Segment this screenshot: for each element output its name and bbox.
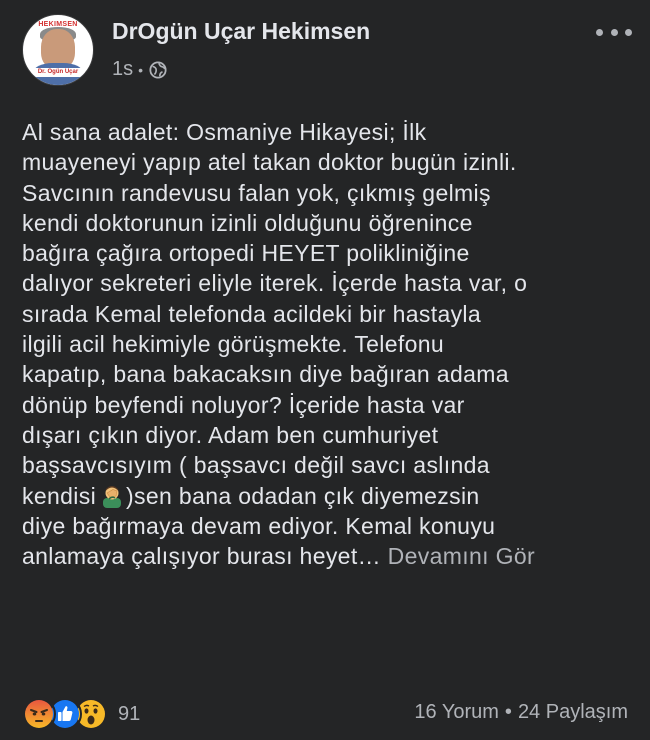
post-text-line: dalıyor sekreteri eliyle iterek. İçerde … — [22, 270, 528, 297]
comments-count[interactable]: 16 Yorum — [414, 701, 499, 723]
post-time[interactable]: 1s — [112, 58, 133, 81]
post-body: Al sana adalet: Osmaniye Hikayesi; İlk m… — [22, 117, 637, 571]
avatar-caption: Dr. Ogün Uçar — [31, 68, 85, 77]
post-footer: 91 16 Yorum • 24 Paylaşım — [22, 697, 628, 733]
post-text-line-with-emoji: kendisi )sen bana odadan çık diyemezsin — [22, 481, 637, 511]
reactions-summary[interactable]: 91 — [22, 697, 140, 731]
post-text-line: ilgili acil hekimiyle görüşmekte. Telefo… — [22, 331, 445, 358]
author-name[interactable]: DrOgün Uçar Hekimsen — [112, 18, 370, 45]
post-text-line: başsavcısıyım ( başsavcı değil savcı asl… — [22, 452, 490, 479]
engagement-stats: 16 Yorum • 24 Paylaşım — [414, 701, 628, 724]
post-meta: 1s • — [112, 58, 167, 81]
post-text-last-line: anlamaya çalışıyor burası heyet… Devamın… — [22, 541, 637, 571]
stats-separator: • — [504, 701, 512, 723]
man-facepalming-emoji-icon — [100, 484, 124, 508]
post-text-segment: kendisi — [22, 482, 97, 509]
more-options-icon[interactable] — [596, 26, 632, 38]
post-text-line: kapatıp, bana bakacaksın diye bağıran ad… — [22, 361, 509, 388]
globe-icon[interactable] — [149, 60, 167, 79]
reaction-count: 91 — [118, 702, 141, 725]
shares-count[interactable]: 24 Paylaşım — [518, 701, 628, 723]
see-more-link[interactable]: Devamını Gör — [388, 543, 535, 569]
avatar[interactable]: HEKIMSEN Dr. Ogün Uçar — [22, 14, 94, 86]
post-header: HEKIMSEN Dr. Ogün Uçar DrOgün Uçar Hekim… — [22, 14, 632, 90]
meta-separator: • — [138, 61, 144, 78]
post-text-line: Al sana adalet: Osmaniye Hikayesi; İlk — [22, 119, 427, 145]
angry-reaction-icon — [22, 697, 56, 731]
post-text-line: dışarı çıkın diyor. Adam ben cumhuriyet — [22, 421, 439, 448]
post-text-line: kendi doktorunun izinli olduğunu öğrenin… — [22, 209, 473, 236]
post-text-line: Savcının randevusu falan yok, çıkmış gel… — [22, 179, 491, 206]
post-text-line: dönüp beyfendi noluyor? İçeride hasta va… — [22, 391, 465, 418]
post-text-line: muayeneyi yapıp atel takan doktor bugün … — [22, 149, 517, 176]
post-text-segment: anlamaya çalışıyor burası heyet… — [22, 543, 381, 570]
post-text-line: sırada Kemal telefonda acildeki bir hast… — [22, 300, 482, 327]
post-text-line: diye bağırmaya devam ediyor. Kemal konuy… — [22, 512, 496, 539]
post-text-segment: )sen bana odadan çık diyemezsin — [126, 482, 480, 509]
post-text-line: bağıra çağıra ortopedi HEYET polikliniği… — [22, 240, 470, 267]
